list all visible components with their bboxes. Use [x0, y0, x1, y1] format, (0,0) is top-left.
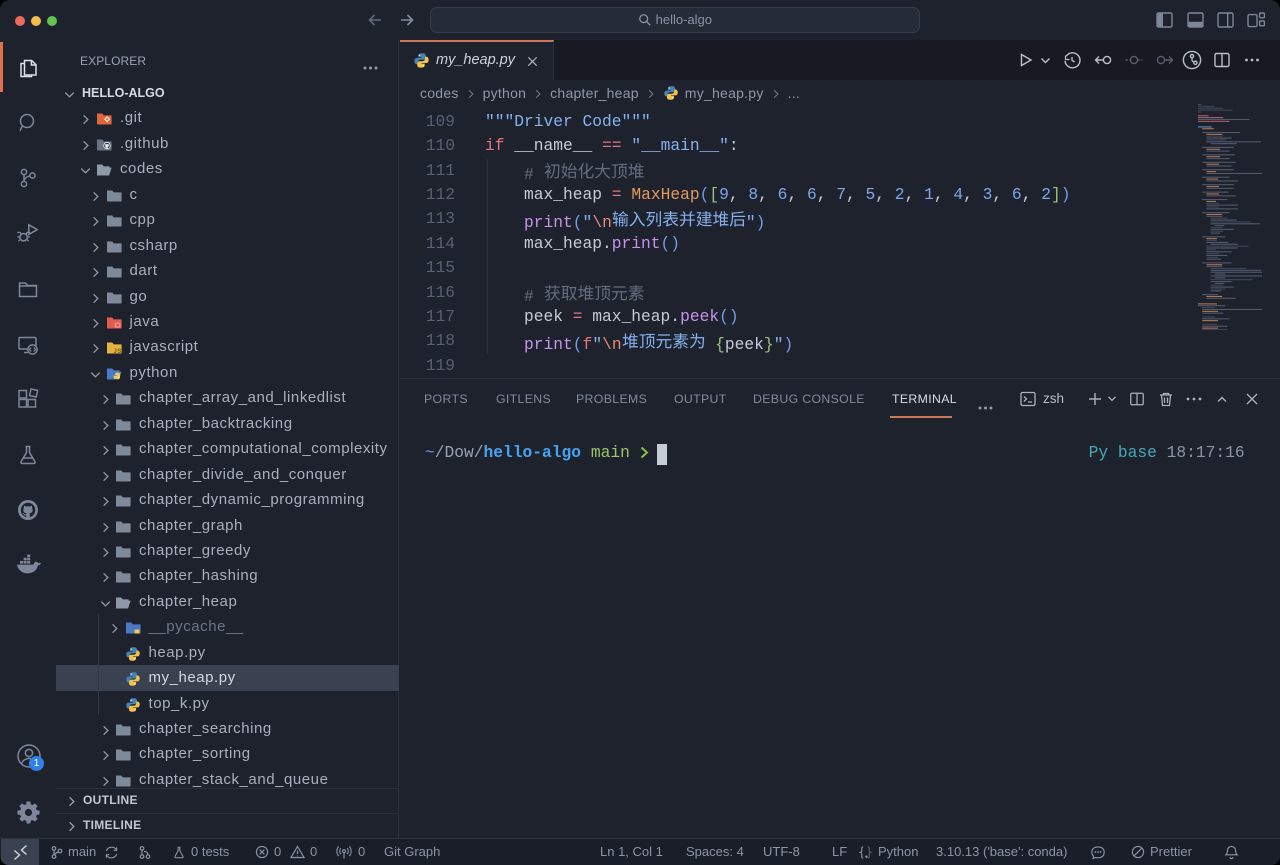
svg-text:JS: JS [113, 349, 121, 355]
